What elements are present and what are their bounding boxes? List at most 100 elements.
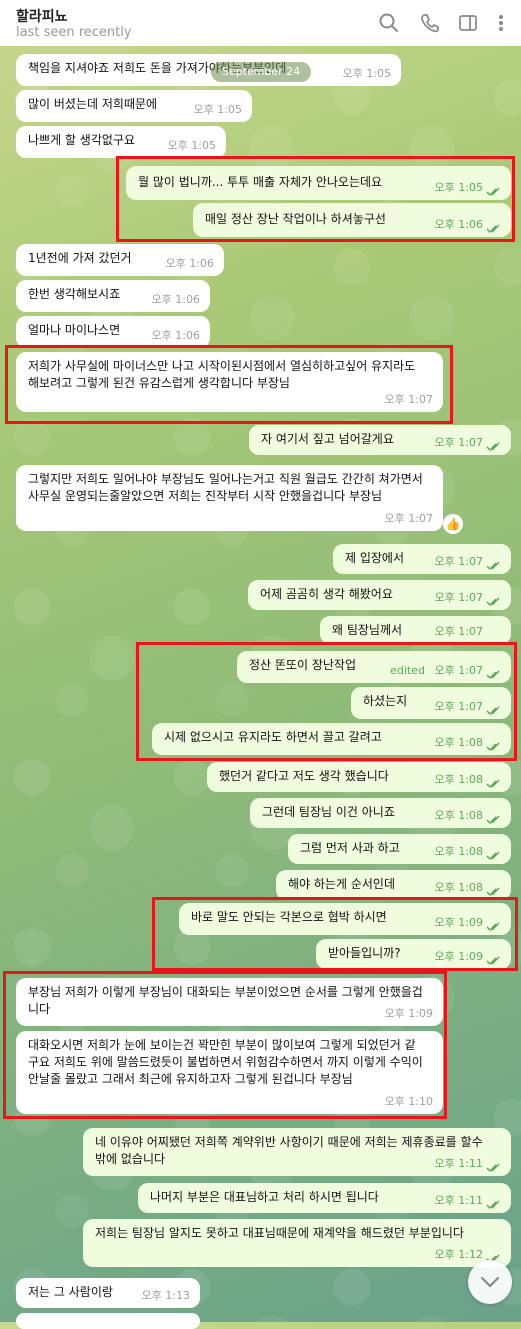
double-check-icon (486, 885, 502, 897)
message-bubble-outgoing[interactable]: 어제 곰곰히 생각 해봤어요 오후 1:07 (248, 580, 511, 610)
message-time: 오후 1:09 (384, 1007, 433, 1020)
message-bubble-outgoing[interactable]: 뭘 많이 법니까... 투투 매출 자체가 안나오는데요 오후 1:05 (126, 166, 511, 200)
message-text: 네 이유야 어찌됐던 저희쪽 계약위반 사항이기 때문에 저희는 제휴종료를 할… (95, 1135, 483, 1166)
message-time: 오후 1:06 (434, 218, 483, 231)
message-bubble-outgoing[interactable]: 했던거 같다고 저도 생각 했습니다 오후 1:08 (207, 762, 511, 792)
message-bubble-outgoing[interactable]: 매일 정산 장난 작업이나 하셔놓구선 오후 1:06 (193, 203, 511, 237)
message-bubble-outgoing[interactable]: 자 여기서 짚고 넘어갈게요 오후 1:07 (249, 425, 511, 455)
message-text: 했던거 같다고 저도 생각 했습니다 (219, 769, 389, 783)
double-check-icon (486, 440, 502, 452)
message-bubble-outgoing[interactable]: 시제 없으시고 유지라도 하면서 끌고 갈려고 오후 1:08 (152, 723, 511, 755)
more-icon[interactable] (494, 12, 508, 34)
message-bubble-incoming[interactable]: 저는 그 사람이랑 오후 1:13 (16, 1278, 200, 1308)
message-text: 한번 생각해보시죠 (28, 287, 121, 301)
message-text: 1년전에 가져 갔던거 (28, 251, 132, 265)
message-bubble-incoming[interactable]: 그렇지만 저희도 일어나야 부장님도 일어나는거고 직원 월급도 간간히 쳐가면… (16, 465, 443, 531)
double-check-icon (486, 920, 502, 932)
message-text: 그런데 팀장님 이건 아니죠 (262, 805, 395, 819)
message-time: 오후 1:08 (434, 773, 483, 786)
message-text: 받아들입니까? (328, 946, 401, 960)
message-bubble-outgoing[interactable]: 그런데 팀장님 이건 아니죠 오후 1:08 (250, 798, 511, 828)
message-bubble-outgoing[interactable]: 하셨는지 오후 1:07 (351, 687, 511, 719)
double-check-icon (486, 668, 502, 680)
double-check-icon (486, 777, 502, 789)
message-time: 오후 1:06 (165, 257, 214, 270)
message-bubble-outgoing[interactable]: 그럼 먼저 사과 하고 오후 1:08 (288, 834, 511, 864)
message-text: 어제 곰곰히 생각 해봤어요 (260, 587, 393, 601)
search-icon[interactable] (378, 12, 400, 34)
message-time: 오후 1:07 (384, 393, 433, 406)
date-separator: September 24 (211, 62, 311, 82)
message-time: 오후 1:09 (434, 916, 483, 929)
message-bubble-incoming[interactable]: 대화오시면 저희가 눈에 보이는건 꽉만힌 부분이 많이보여 그렇게 되었던거 … (16, 1031, 443, 1114)
double-check-icon (486, 1161, 502, 1173)
edited-label: edited (390, 664, 425, 677)
message-bubble-incoming[interactable]: 저희가 사무실에 마이너스만 나고 시작이된시점에서 열심히하고싶어 유지라도 … (16, 352, 443, 412)
message-text: 저는 그 사람이랑 (28, 1285, 113, 1299)
message-text: 해야 하는게 순서인데 (288, 877, 395, 891)
double-check-icon (486, 222, 502, 234)
chat-title[interactable]: 할라피뇨 (16, 6, 68, 26)
message-time: 오후 1:08 (434, 736, 483, 749)
message-text: 부장님 저희가 이렇게 부장님이 대화되는 부분이었으면 순서를 그렇게 안했을… (28, 985, 423, 1016)
message-text: 그럼 먼저 사과 하고 (300, 841, 400, 855)
message-bubble-outgoing[interactable]: 해야 하는게 순서인데 오후 1:08 (276, 870, 511, 900)
double-check-icon (486, 813, 502, 825)
message-time: 오후 1:07 (434, 555, 483, 568)
message-bubble-outgoing[interactable]: 제 입장에서 오후 1:07 (333, 544, 511, 574)
last-seen-status: last seen recently (16, 25, 132, 40)
message-text: 많이 버셨는데 저희때문에 (28, 97, 158, 111)
double-check-icon (486, 704, 502, 716)
message-text: 뭘 많이 법니까... 투투 매출 자체가 안나오는데요 (138, 175, 383, 189)
message-bubble-outgoing[interactable]: 정산 똔또이 장난작업 edited 오후 1:07 (237, 651, 511, 683)
double-check-icon (486, 185, 502, 197)
double-check-icon (486, 849, 502, 861)
message-text: 나쁘게 할 생각없구요 (28, 133, 135, 147)
chevron-down-icon (480, 1276, 500, 1288)
message-bubble-incoming[interactable]: 책임을 지셔야죠 저희도 돈을 가져가야하는부분인데 오후 1:05 (16, 54, 401, 86)
message-bubble-incoming[interactable]: 많이 버셨는데 저희때문에 오후 1:05 (16, 90, 252, 122)
message-text: 시제 없으시고 유지라도 하면서 끌고 갈려고 (164, 730, 382, 744)
message-bubble-incoming-partial[interactable] (16, 1313, 200, 1329)
phone-icon[interactable] (419, 12, 441, 34)
double-check-icon (486, 595, 502, 607)
message-bubble-incoming[interactable]: 나쁘게 할 생각없구요 오후 1:05 (16, 126, 226, 158)
thumbs-up-reaction[interactable]: 👍 (443, 514, 463, 534)
message-text: 얼마나 마이나스면 (28, 323, 121, 337)
message-text: 바로 말도 안되는 각본으로 협박 하시면 (191, 910, 387, 924)
message-time: 오후 1:05 (167, 139, 216, 152)
message-text: 나머지 부분은 대표님하고 처리 하시면 됩니다 (150, 1190, 379, 1204)
message-bubble-incoming[interactable]: 얼마나 마이나스면 오후 1:06 (16, 316, 210, 348)
message-text: 저희가 사무실에 마이너스만 나고 시작이된시점에서 열심히하고싶어 유지라도 … (28, 359, 416, 390)
message-time: 오후 1:08 (434, 881, 483, 894)
message-time: 오후 1:05 (434, 181, 483, 194)
message-bubble-outgoing[interactable]: 나머지 부분은 대표님하고 처리 하시면 됩니다 오후 1:11 (138, 1183, 511, 1213)
scroll-to-bottom-button[interactable] (468, 1260, 512, 1304)
message-bubble-outgoing[interactable]: 받아들입니까? 오후 1:09 (316, 939, 511, 969)
chat-header[interactable]: 할라피뇨 last seen recently (0, 0, 521, 46)
message-time: 오후 1:09 (434, 950, 483, 963)
message-text: 매일 정산 장난 작업이나 하셔놓구선 (205, 212, 386, 226)
sidebar-toggle-icon[interactable] (457, 12, 479, 34)
double-check-icon (486, 740, 502, 752)
message-text: 대화오시면 저희가 눈에 보이는건 꽉만힌 부분이 많이보여 그렇게 되었던거 … (28, 1038, 423, 1086)
message-time: 오후 1:07 (434, 700, 483, 713)
message-bubble-outgoing[interactable]: 왜 팀장님께서 오후 1:07 (320, 616, 511, 644)
message-text: 하셨는지 (363, 694, 408, 708)
message-time: 오후 1:06 (151, 329, 200, 342)
message-time: 오후 1:13 (141, 1289, 190, 1302)
message-time: 오후 1:11 (434, 1157, 483, 1170)
message-time: 오후 1:07 (434, 625, 483, 638)
double-check-icon (486, 954, 502, 966)
message-bubble-incoming[interactable]: 1년전에 가져 갔던거 오후 1:06 (16, 244, 224, 276)
message-text: 왜 팀장님께서 (332, 623, 403, 637)
message-time: 오후 1:07 (384, 512, 433, 525)
message-bubble-outgoing[interactable]: 네 이유야 어찌됐던 저희쪽 계약위반 사항이기 때문에 저희는 제휴종료를 할… (83, 1128, 511, 1176)
message-bubble-incoming[interactable]: 부장님 저희가 이렇게 부장님이 대화되는 부분이었으면 순서를 그렇게 안했을… (16, 978, 443, 1026)
message-bubble-incoming[interactable]: 한번 생각해보시죠 오후 1:06 (16, 280, 210, 312)
message-time: 오후 1:05 (193, 103, 242, 116)
message-time: 오후 1:10 (384, 1095, 433, 1108)
message-time: 오후 1:11 (434, 1194, 483, 1207)
message-bubble-outgoing[interactable]: 바로 말도 안되는 각본으로 협박 하시면 오후 1:09 (179, 903, 511, 935)
message-bubble-outgoing[interactable]: 저희는 팀장님 알지도 못하고 대표님때문에 재계약을 해드렸던 부분입니다 오… (83, 1219, 511, 1267)
